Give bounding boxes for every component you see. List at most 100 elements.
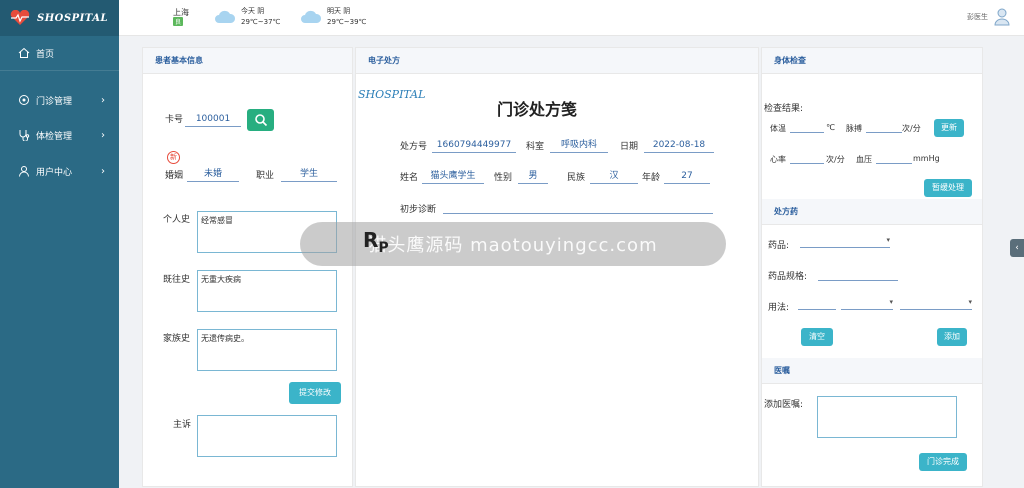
stethoscope-icon xyxy=(19,130,30,141)
sex-field: 男 xyxy=(518,170,548,184)
usage-label: 用法: xyxy=(768,303,790,313)
job-field[interactable]: 学生 xyxy=(281,168,337,182)
sidebar-item-label: 门诊管理 xyxy=(36,96,73,107)
collapse-panel-button[interactable]: ‹ xyxy=(1010,239,1024,257)
current-user-name[interactable]: 彭医生 xyxy=(967,12,988,22)
chief-complaint-textarea[interactable] xyxy=(197,415,337,457)
rp-sub-letter: P xyxy=(378,240,389,256)
blood-pressure-unit: mmHg xyxy=(913,154,940,163)
add-drug-button[interactable]: 添加 xyxy=(937,328,967,346)
ethnic-label: 民族 xyxy=(567,173,586,183)
rp-symbol: RP xyxy=(363,228,389,256)
panel-title: 身体检查 xyxy=(762,48,982,74)
blood-pressure-input[interactable] xyxy=(876,152,912,164)
patient-name-field: 猫头鹰学生 xyxy=(422,170,484,184)
section-title: 处方药 xyxy=(762,199,982,225)
card-label: 卡号 xyxy=(165,115,184,125)
temperature-input[interactable] xyxy=(790,121,824,133)
prescription-main-title: 门诊处方笺 xyxy=(497,100,578,119)
patient-name-label: 姓名 xyxy=(400,173,419,183)
search-icon xyxy=(254,114,267,127)
weather-cond: 阴 xyxy=(257,7,265,15)
pulse-unit: 次/分 xyxy=(902,124,921,133)
cloud-icon xyxy=(215,10,236,23)
search-button[interactable] xyxy=(247,109,274,131)
prescription-no-field: 1660794449977 xyxy=(432,139,516,153)
department-field: 呼吸内科 xyxy=(550,139,608,153)
rp-letter: R xyxy=(363,228,379,252)
job-label: 职业 xyxy=(256,171,275,181)
marital-label: 婚姻 xyxy=(165,171,184,181)
app-logo[interactable]: SHOSPITAL xyxy=(0,0,119,36)
diagnosis-input[interactable] xyxy=(443,202,713,214)
blood-pressure-label: 血压 xyxy=(856,155,872,164)
usage-select-3[interactable]: ▾ xyxy=(900,298,972,310)
new-patient-badge: 新 xyxy=(167,151,180,164)
sidebar-item-label: 体检管理 xyxy=(36,131,73,142)
sidebar-divider xyxy=(0,70,119,71)
patient-info-panel: 患者基本信息 卡号 100001 新 婚姻 未婚 职业 学生 个人史 经常感冒 … xyxy=(142,47,353,487)
family-history-textarea[interactable]: 无遗传病史。 xyxy=(197,329,337,371)
heart-rate-unit: 次/分 xyxy=(826,155,845,164)
home-icon xyxy=(18,47,30,58)
doctor-avatar-icon[interactable] xyxy=(994,8,1010,26)
sidebar-item-home[interactable]: 首页 xyxy=(0,42,119,64)
right-panel: 身体检查 检查结果: 体温 ℃ 脉搏 次/分 更新 心率 次/分 血压 mmHg… xyxy=(761,47,983,487)
weather-day: 今天 xyxy=(241,7,255,15)
sidebar-item-exam[interactable]: 体检管理 › xyxy=(0,124,119,146)
submit-changes-button[interactable]: 提交修改 xyxy=(289,382,341,404)
usage-select-1[interactable] xyxy=(798,298,836,310)
drug-spec-input[interactable] xyxy=(818,269,898,281)
sidebar-item-clinic[interactable]: 门诊管理 › xyxy=(0,89,119,111)
panel-title: 患者基本信息 xyxy=(143,48,352,74)
weather-day: 明天 xyxy=(327,7,341,15)
heart-rate-input[interactable] xyxy=(790,152,824,164)
target-icon xyxy=(19,95,29,105)
sidebar: SHOSPITAL 首页 门诊管理 › 体检管理 › 用户中心 › xyxy=(0,0,119,488)
family-history-label: 家族史 xyxy=(163,334,191,344)
weather-temp: 29℃~37℃ xyxy=(241,18,281,26)
card-number-field[interactable]: 100001 xyxy=(185,113,241,127)
logo-text: SHOSPITAL xyxy=(37,12,108,24)
finish-visit-button[interactable]: 门诊完成 xyxy=(919,453,967,471)
marital-field[interactable]: 未婚 xyxy=(187,168,239,182)
clear-button[interactable]: 清空 xyxy=(801,328,833,346)
heart-pulse-icon xyxy=(10,10,30,25)
heart-rate-label: 心率 xyxy=(770,155,786,164)
update-button[interactable]: 更新 xyxy=(934,119,964,137)
age-field: 27 xyxy=(664,170,710,184)
defer-process-button[interactable]: 暂缓处理 xyxy=(924,179,972,197)
panel-title: 电子处方 xyxy=(356,48,758,74)
ethnic-field: 汉 xyxy=(590,170,638,184)
diagnosis-label: 初步诊断 xyxy=(400,205,437,215)
sidebar-item-user-center[interactable]: 用户中心 › xyxy=(0,160,119,182)
pulse-label: 脉搏 xyxy=(846,124,862,133)
pulse-input[interactable] xyxy=(866,121,902,133)
department-label: 科室 xyxy=(526,142,545,152)
past-history-textarea[interactable]: 无重大疾病 xyxy=(197,270,337,312)
personal-history-label: 个人史 xyxy=(163,215,191,225)
prescription-no-label: 处方号 xyxy=(400,142,428,152)
advice-textarea[interactable] xyxy=(817,396,957,438)
weather-tomorrow: 明天 阴 29℃~39℃ xyxy=(299,6,366,28)
date-label: 日期 xyxy=(620,142,639,152)
chevron-right-icon: › xyxy=(101,165,105,177)
age-label: 年龄 xyxy=(642,173,661,183)
weather-temp: 29℃~39℃ xyxy=(327,18,367,26)
temperature-unit: ℃ xyxy=(826,123,835,132)
chevron-left-icon: ‹ xyxy=(1015,243,1019,253)
usage-select-2[interactable]: ▾ xyxy=(841,298,893,310)
date-field: 2022-08-18 xyxy=(644,139,714,153)
top-header: 上海 良 今天 阴 29℃~37℃ 明天 阴 29℃~39℃ 彭医生 xyxy=(119,0,1024,36)
drug-select[interactable]: ▾ xyxy=(800,236,890,248)
sex-label: 性别 xyxy=(494,173,513,183)
weather-today: 今天 阴 29℃~37℃ xyxy=(213,6,280,28)
chevron-right-icon: › xyxy=(101,129,105,141)
cloud-icon xyxy=(301,10,322,23)
exam-result-label: 检查结果: xyxy=(764,104,804,114)
add-advice-label: 添加医嘱: xyxy=(764,400,804,410)
hospital-script-logo: SHOSPITAL xyxy=(358,88,426,101)
user-icon xyxy=(19,166,29,177)
weather-cond: 阴 xyxy=(343,7,351,15)
section-title: 医嘱 xyxy=(762,358,982,384)
